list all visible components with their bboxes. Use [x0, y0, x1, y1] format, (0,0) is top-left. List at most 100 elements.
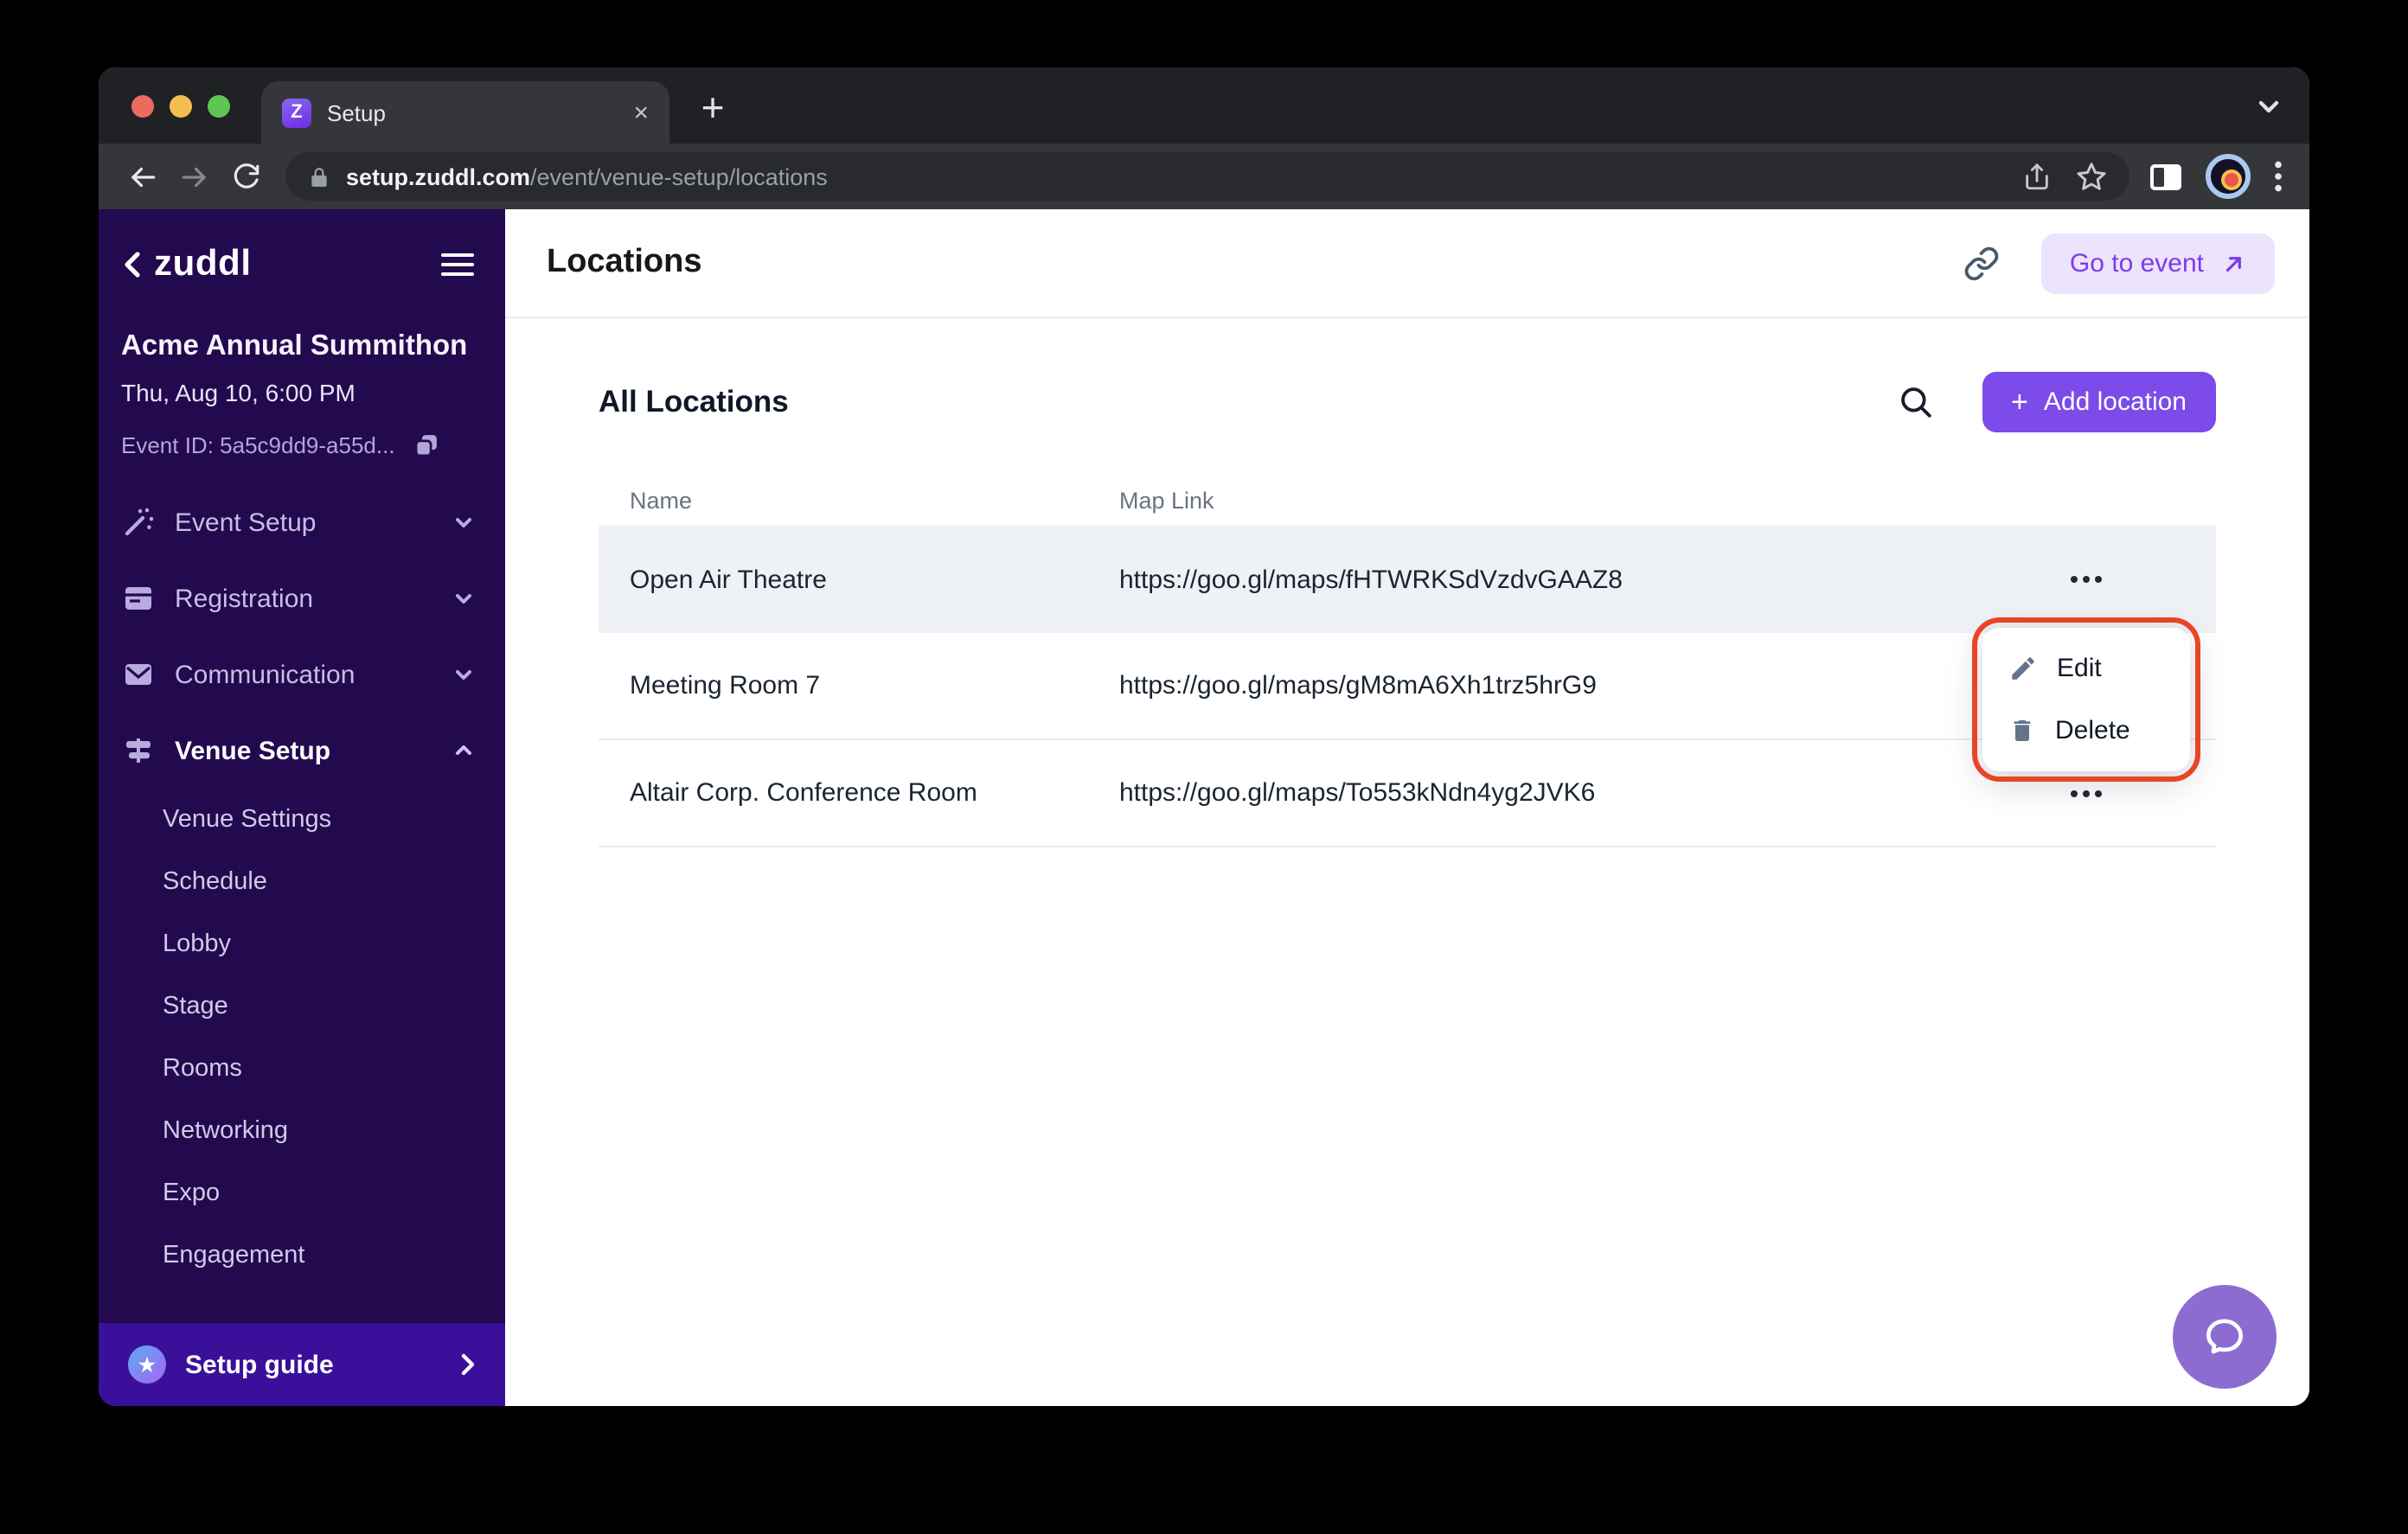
external-arrow-icon [2225, 256, 2241, 272]
envelope-icon [125, 664, 151, 685]
menu-item-label: Delete [2055, 715, 2130, 745]
column-header-name: Name [630, 487, 693, 513]
lock-icon [311, 167, 327, 186]
sidebar-item-expo[interactable]: Expo [99, 1162, 505, 1224]
zoom-window-button[interactable] [208, 95, 230, 118]
table-row[interactable]: Altair Corp. Conference Room https://goo… [599, 740, 2216, 847]
sidebar-item-registration[interactable]: Registration [99, 560, 505, 636]
sidebar-item-label: Communication [175, 660, 355, 689]
sidebar-item-schedule[interactable]: Schedule [99, 851, 505, 913]
window-controls [131, 95, 230, 118]
sidebar-item-networking[interactable]: Networking [99, 1100, 505, 1162]
address-bar[interactable]: setup.zuddl.com/event/venue-setup/locati… [285, 152, 2129, 201]
sidebar-item-engagement[interactable]: Engagement [99, 1224, 505, 1287]
page-content: zuddl Acme Annual Summithon Thu, Aug 10,… [99, 209, 2309, 1406]
sidebar-item-rooms[interactable]: Rooms [99, 1038, 505, 1100]
chevron-down-icon [456, 518, 471, 527]
sidebar-item-stage[interactable]: Stage [99, 975, 505, 1038]
location-map-link: https://goo.gl/maps/fHTWRKSdVzdvGAAZ8 [1119, 565, 1623, 594]
sidebar-item-event-setup[interactable]: Event Setup [99, 484, 505, 560]
table-header-row: Name Map Link [599, 474, 2216, 526]
back-chevron-icon [125, 252, 140, 278]
location-name: Open Air Theatre [630, 565, 827, 594]
zuddl-logo[interactable]: zuddl [123, 244, 252, 285]
search-icon[interactable] [1897, 383, 1933, 419]
table-row[interactable]: Open Air Theatre https://goo.gl/maps/fHT… [599, 526, 2216, 633]
hamburger-menu-icon[interactable] [441, 252, 474, 277]
row-context-menu: Edit Delete [1982, 628, 2190, 771]
go-to-event-button[interactable]: Go to event [2041, 233, 2275, 293]
wand-icon [125, 508, 154, 536]
header-actions: Go to event [1964, 233, 2275, 293]
setup-guide-star-icon: ★ [128, 1345, 166, 1384]
chevron-up-icon [456, 745, 471, 755]
copy-link-icon[interactable] [1964, 245, 2001, 281]
chevron-down-icon [456, 670, 471, 680]
sidebar-top: zuddl [99, 209, 505, 285]
close-window-button[interactable] [131, 95, 154, 118]
pencil-icon [2012, 657, 2034, 681]
menu-item-edit[interactable]: Edit [1982, 641, 2190, 696]
menu-item-delete[interactable]: Delete [1982, 703, 2190, 758]
chat-bubble-icon [2206, 1319, 2243, 1354]
add-location-label: Add location [2043, 387, 2187, 416]
sidebar-item-venue-settings[interactable]: Venue Settings [99, 789, 505, 851]
setup-guide-button[interactable]: ★ Setup guide [99, 1323, 505, 1406]
location-map-link: https://goo.gl/maps/To553kNdn4yg2JVK6 [1119, 778, 1596, 808]
table-row[interactable]: Meeting Room 7 https://goo.gl/maps/gM8mA… [599, 633, 2216, 740]
locations-table: Name Map Link Open Air Theatre https://g… [599, 474, 2216, 847]
forward-button[interactable] [168, 150, 220, 202]
sidebar-item-label: Event Setup [175, 508, 317, 537]
omnibox-actions [2022, 161, 2107, 192]
event-id-text: Event ID: 5a5c9dd9-a55d... [121, 432, 395, 458]
sidebar-nav: Event Setup Registration Communication V… [99, 484, 505, 1287]
row-actions-button[interactable] [2057, 566, 2116, 593]
sidebar-item-label: Venue Setup [175, 736, 331, 765]
browser-controls [2143, 154, 2292, 199]
trash-icon [2014, 719, 2031, 741]
url-path: /event/venue-setup/locations [530, 163, 828, 189]
url-text: setup.zuddl.com/event/venue-setup/locati… [346, 163, 2007, 189]
location-map-link: https://goo.gl/maps/gM8mA6Xh1trz5hrG9 [1119, 671, 1597, 700]
add-location-button[interactable]: + Add location [1982, 371, 2216, 431]
profile-avatar[interactable] [2206, 154, 2251, 199]
location-name: Meeting Room 7 [630, 671, 821, 700]
reload-button[interactable] [220, 150, 272, 202]
screen: Z Setup × + setup.zuddl.com/event/venue-… [0, 0, 2408, 1534]
back-button[interactable] [116, 150, 168, 202]
setup-guide-label: Setup guide [185, 1350, 334, 1379]
browser-tab-setup[interactable]: Z Setup × [261, 81, 669, 144]
event-id-row: Event ID: 5a5c9dd9-a55d... [121, 431, 481, 460]
form-icon [125, 587, 151, 610]
chevron-down-icon [456, 594, 471, 604]
minimize-window-button[interactable] [170, 95, 192, 118]
sidebar-item-venue-setup[interactable]: Venue Setup [99, 713, 505, 789]
zuddl-favicon-icon: Z [282, 98, 311, 127]
side-panel-icon[interactable] [2150, 163, 2181, 189]
locations-body: All Locations + Add location Name Map Li… [505, 318, 2309, 1406]
page-title: Locations [547, 244, 702, 280]
row-actions-button[interactable] [2057, 779, 2116, 807]
sidebar-item-lobby[interactable]: Lobby [99, 913, 505, 975]
menu-item-label: Edit [2057, 654, 2102, 684]
browser-menu-icon[interactable] [2275, 161, 2282, 192]
tab-overview-chevron-icon[interactable] [2256, 93, 2282, 128]
column-header-map-link: Map Link [1119, 487, 1214, 513]
bookmark-star-icon[interactable] [2076, 161, 2107, 192]
event-name: Acme Annual Summithon [121, 330, 468, 361]
section-title: All Locations [599, 383, 789, 418]
sidebar-item-communication[interactable]: Communication [99, 636, 505, 713]
locations-actions: + Add location [1897, 371, 2216, 431]
close-tab-icon[interactable]: × [633, 99, 649, 125]
share-icon[interactable] [2022, 162, 2052, 191]
new-tab-button[interactable]: + [687, 81, 739, 133]
location-name: Altair Corp. Conference Room [630, 778, 977, 808]
browser-toolbar: setup.zuddl.com/event/venue-setup/locati… [99, 144, 2309, 209]
plus-icon: + [2011, 385, 2028, 418]
sidebar: zuddl Acme Annual Summithon Thu, Aug 10,… [99, 209, 505, 1406]
sidebar-item-label: Registration [175, 584, 314, 613]
chevron-right-icon [461, 1353, 475, 1376]
help-chat-button[interactable] [2173, 1285, 2277, 1389]
copy-icon[interactable] [413, 431, 442, 460]
event-summary: Acme Annual Summithon Thu, Aug 10, 6:00 … [99, 285, 505, 460]
